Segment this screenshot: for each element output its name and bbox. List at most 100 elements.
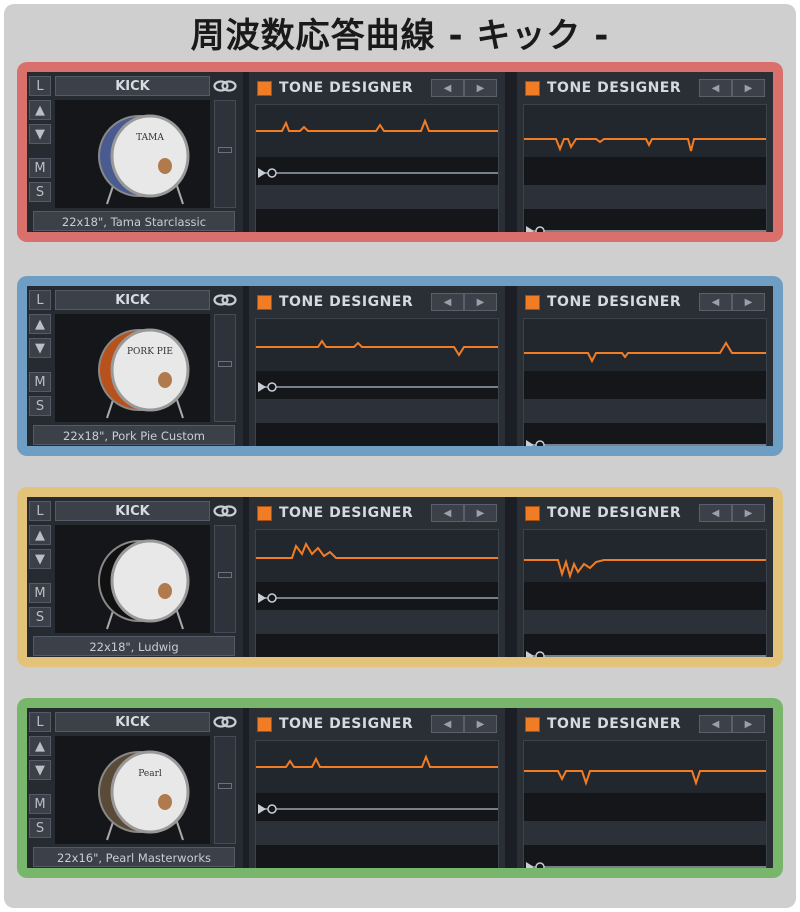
kick-drum-image: TAMA bbox=[55, 100, 210, 208]
tone-designer-header: TONE DESIGNER ◀ ▶ bbox=[249, 290, 505, 314]
mute-button[interactable]: M bbox=[29, 583, 51, 603]
svg-text:PORK PIE: PORK PIE bbox=[127, 347, 173, 357]
enable-checkbox[interactable] bbox=[525, 295, 540, 310]
enable-checkbox[interactable] bbox=[525, 506, 540, 521]
enable-checkbox[interactable] bbox=[525, 81, 540, 96]
drum-scrollbar[interactable] bbox=[214, 736, 236, 844]
solo-button[interactable]: S bbox=[29, 607, 51, 627]
preset-nav: ◀ ▶ bbox=[431, 715, 497, 733]
solo-button[interactable]: S bbox=[29, 396, 51, 416]
next-preset-button[interactable]: ▶ bbox=[732, 504, 765, 522]
enable-checkbox[interactable] bbox=[525, 717, 540, 732]
enable-checkbox[interactable] bbox=[257, 717, 272, 732]
preset-nav: ◀ ▶ bbox=[699, 293, 765, 311]
lock-button[interactable]: L bbox=[29, 712, 51, 732]
drum-name-label: 22x18", Ludwig bbox=[33, 636, 235, 656]
preset-nav: ◀ ▶ bbox=[699, 715, 765, 733]
up-arrow-button[interactable]: ▲ bbox=[29, 736, 51, 756]
tone-designer-header: TONE DESIGNER ◀ ▶ bbox=[517, 712, 773, 736]
tone-designer-header: TONE DESIGNER ◀ ▶ bbox=[249, 712, 505, 736]
tone-designer-title: TONE DESIGNER bbox=[279, 294, 414, 310]
tone-designer-title: TONE DESIGNER bbox=[547, 716, 682, 732]
kick-header: KICK bbox=[55, 501, 210, 521]
link-icon[interactable] bbox=[212, 78, 238, 94]
tone-designer: TONE DESIGNER ◀ ▶ bbox=[517, 286, 773, 446]
frequency-response-graph bbox=[255, 318, 499, 446]
frequency-response-graph bbox=[255, 529, 499, 657]
drum-scrollbar[interactable] bbox=[214, 100, 236, 208]
kick-drum-image: PORK PIE bbox=[55, 314, 210, 422]
scroll-grip[interactable] bbox=[218, 783, 232, 789]
drum-panel: L ▲ ▼ M S KICK Pearl 22x16", Pearl Masterwork… bbox=[27, 708, 243, 868]
preset-nav: ◀ ▶ bbox=[699, 504, 765, 522]
tone-designer-header: TONE DESIGNER ◀ ▶ bbox=[517, 290, 773, 314]
link-icon[interactable] bbox=[212, 714, 238, 730]
mute-button[interactable]: M bbox=[29, 372, 51, 392]
svg-text:TAMA: TAMA bbox=[136, 133, 164, 143]
next-preset-button[interactable]: ▶ bbox=[464, 504, 497, 522]
prev-preset-button[interactable]: ◀ bbox=[431, 79, 464, 97]
frequency-response-graph bbox=[523, 529, 767, 657]
svg-text:Pearl: Pearl bbox=[138, 769, 162, 779]
drum-panel: L ▲ ▼ MSKICK TAMA 22x18", Tama Starclassic M… bbox=[27, 72, 243, 232]
enable-checkbox[interactable] bbox=[257, 295, 272, 310]
tone-designer-title: TONE DESIGNER bbox=[279, 80, 414, 96]
drum-scrollbar[interactable] bbox=[214, 525, 236, 633]
solo-button[interactable]: S bbox=[29, 182, 51, 202]
tone-designer: TONE DESIGNER ◀ ▶ bbox=[249, 72, 505, 232]
side-buttons: L ▲ ▼ M S bbox=[29, 290, 51, 420]
down-arrow-button[interactable]: ▼ bbox=[29, 124, 51, 144]
next-preset-button[interactable]: ▶ bbox=[464, 293, 497, 311]
enable-checkbox[interactable] bbox=[257, 506, 272, 521]
up-arrow-button[interactable]: ▲ bbox=[29, 525, 51, 545]
drum-name-label: 22x18", Pork Pie Custom bbox=[33, 425, 235, 445]
next-preset-button[interactable]: ▶ bbox=[732, 79, 765, 97]
frequency-response-graph bbox=[523, 104, 767, 232]
scroll-grip[interactable] bbox=[218, 147, 232, 153]
mute-button[interactable]: M bbox=[29, 158, 51, 178]
kick-row: L ▲ ▼ M S KICK Pearl 22x16", Pearl Masterwork… bbox=[17, 698, 783, 878]
kick-row: L ▲ ▼ M S KICK PORK PIE 22x18", Pork Pie Cust… bbox=[17, 276, 783, 456]
down-arrow-button[interactable]: ▼ bbox=[29, 549, 51, 569]
kick-header: KICK bbox=[55, 76, 210, 96]
prev-preset-button[interactable]: ◀ bbox=[431, 715, 464, 733]
mute-button[interactable]: M bbox=[29, 794, 51, 814]
kick-drum-image: Pearl bbox=[55, 736, 210, 844]
lock-button[interactable]: L bbox=[29, 290, 51, 310]
lock-button[interactable]: L bbox=[29, 501, 51, 521]
link-icon[interactable] bbox=[212, 503, 238, 519]
up-arrow-button[interactable]: ▲ bbox=[29, 314, 51, 334]
prev-preset-button[interactable]: ◀ bbox=[431, 504, 464, 522]
prev-preset-button[interactable]: ◀ bbox=[431, 293, 464, 311]
scroll-grip[interactable] bbox=[218, 572, 232, 578]
scroll-grip[interactable] bbox=[218, 361, 232, 367]
next-preset-button[interactable]: ▶ bbox=[464, 715, 497, 733]
solo-button[interactable]: S bbox=[29, 818, 51, 838]
prev-preset-button[interactable]: ◀ bbox=[699, 715, 732, 733]
lock-button[interactable]: L bbox=[29, 76, 51, 96]
kick-row-panel: L ▲ ▼ MSKICK TAMA 22x18", Tama Starclassic M… bbox=[27, 72, 773, 232]
drum-panel: L▲▼MSKICK 22x18", LudwigM 2CYM 3CYM 4CYM bbox=[27, 497, 243, 657]
enable-checkbox[interactable] bbox=[257, 81, 272, 96]
drum-name-label: 22x16", Pearl Masterworks bbox=[33, 847, 235, 867]
tone-designer-title: TONE DESIGNER bbox=[547, 294, 682, 310]
down-arrow-button[interactable]: ▼ bbox=[29, 338, 51, 358]
preset-nav: ◀ ▶ bbox=[431, 79, 497, 97]
next-preset-button[interactable]: ▶ bbox=[464, 79, 497, 97]
tone-designer: TONE DESIGNER ◀ ▶ bbox=[517, 72, 773, 232]
kick-drum-image bbox=[55, 525, 210, 633]
tone-designer: TONE DESIGNER ◀ ▶ bbox=[249, 497, 505, 657]
up-arrow-button[interactable]: ▲ bbox=[29, 100, 51, 120]
prev-preset-button[interactable]: ◀ bbox=[699, 504, 732, 522]
next-preset-button[interactable]: ▶ bbox=[732, 293, 765, 311]
preset-nav: ◀ ▶ bbox=[431, 504, 497, 522]
kick-row-panel: L▲▼MSKICK 22x18", LudwigM 2CYM 3CYM 4CYM… bbox=[27, 497, 773, 657]
frequency-response-graph bbox=[255, 740, 499, 868]
drum-scrollbar[interactable] bbox=[214, 314, 236, 422]
down-arrow-button[interactable]: ▼ bbox=[29, 760, 51, 780]
kick-header: KICK bbox=[55, 290, 210, 310]
link-icon[interactable] bbox=[212, 292, 238, 308]
next-preset-button[interactable]: ▶ bbox=[732, 715, 765, 733]
prev-preset-button[interactable]: ◀ bbox=[699, 293, 732, 311]
prev-preset-button[interactable]: ◀ bbox=[699, 79, 732, 97]
